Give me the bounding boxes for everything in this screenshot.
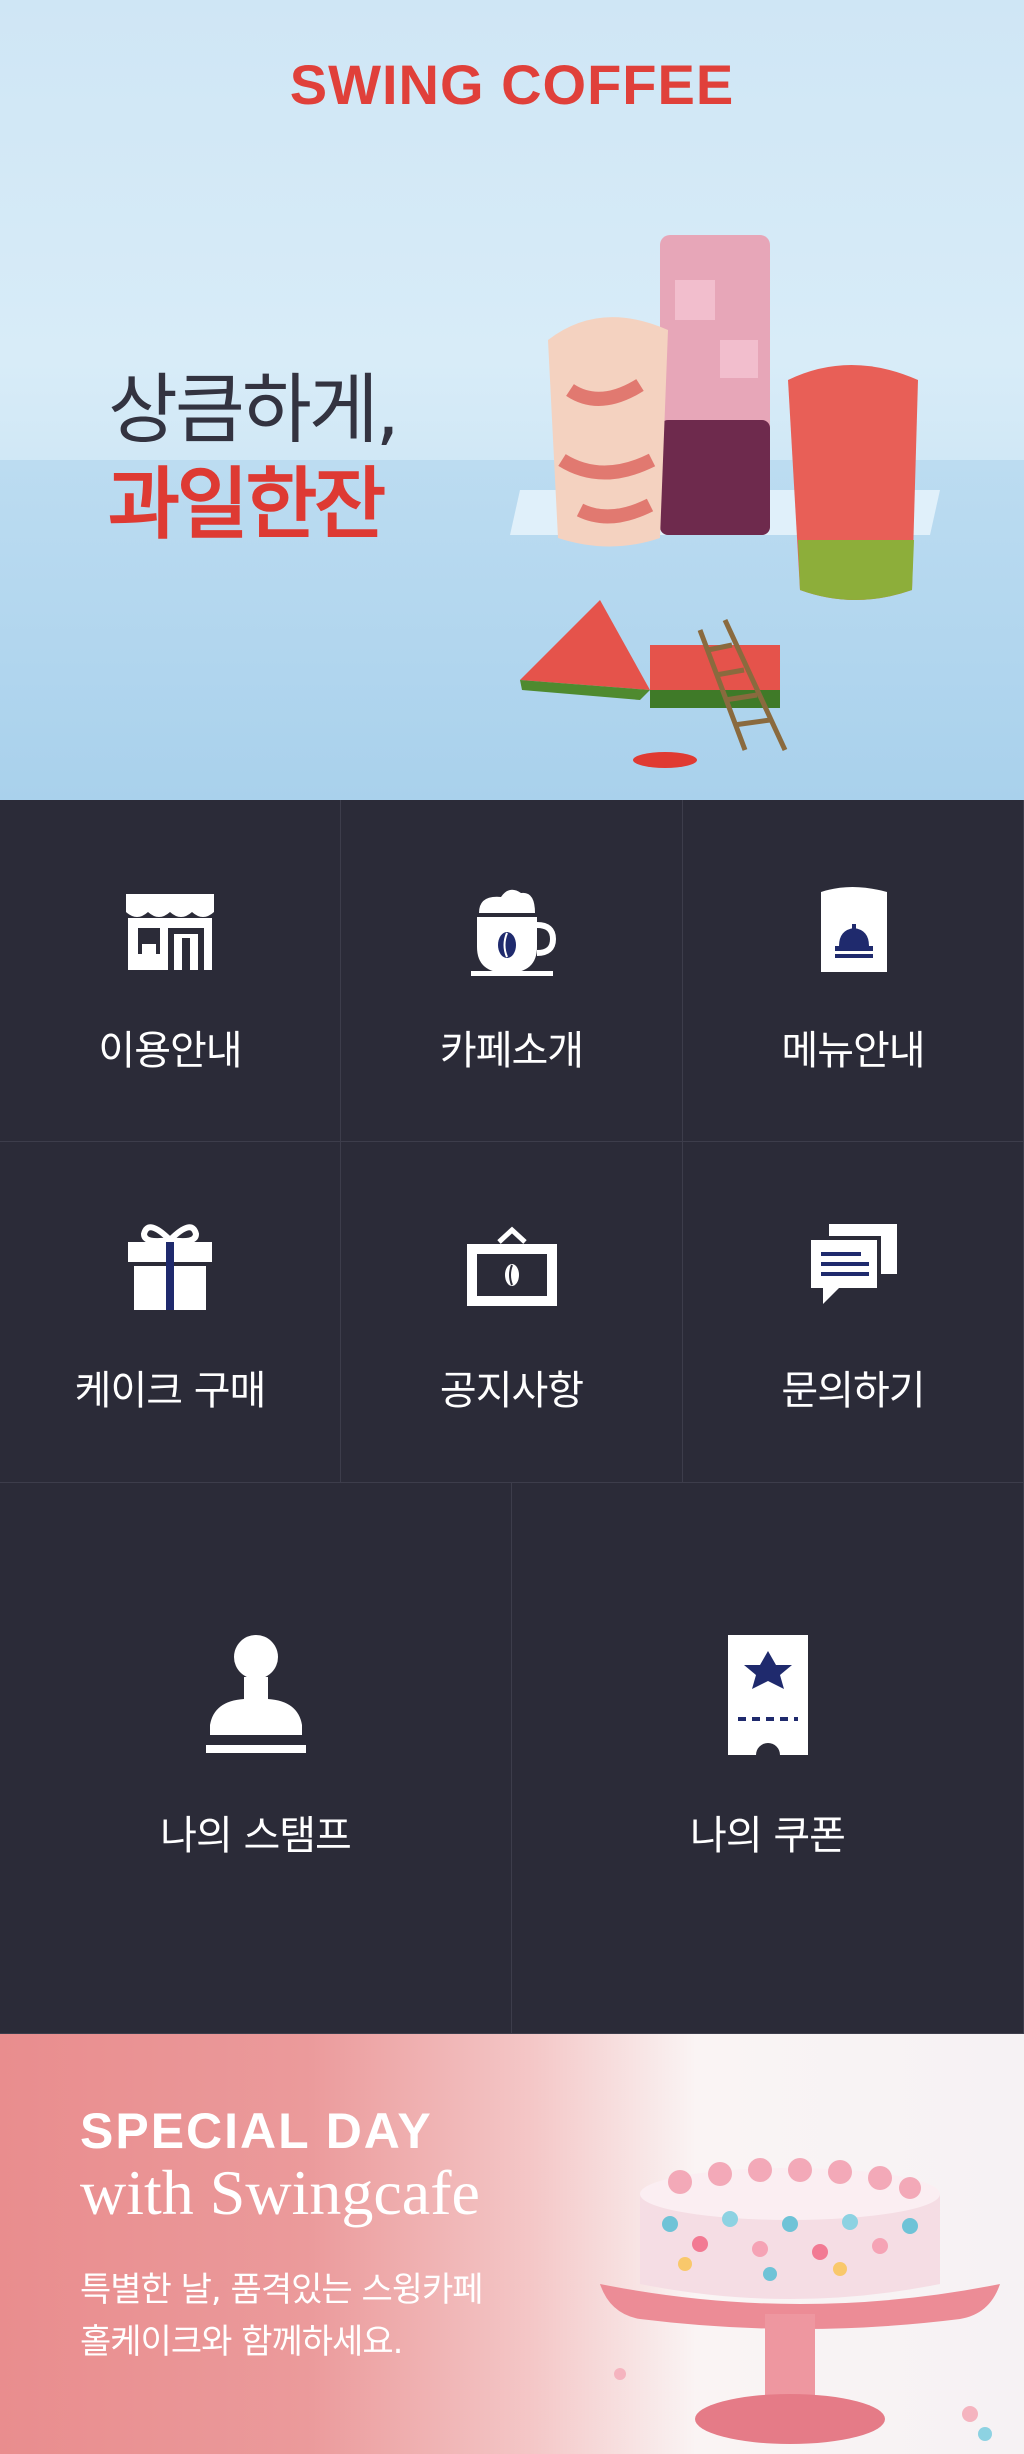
gift-icon [128,1224,212,1310]
hero-headline-2: 과일한잔 [108,460,386,550]
cake-image [600,2158,1000,2444]
special-day-banner[interactable]: SPECIAL DAY with Swingcafe 특별한 날, 품격있는 스… [0,2034,1024,2454]
menu-item-cake-purchase[interactable]: 케이크 구매 [0,1142,341,1483]
chat-bubbles-icon [807,1224,897,1304]
banner-line-2: 홀케이크와 함께하세요. [80,2322,403,2362]
menu-item-my-coupon[interactable]: 나의 쿠폰 [512,1483,1024,2034]
menu-item-label: 메뉴안내 [781,1028,925,1074]
banner-description: 특별한 날, 품격있는 스윙카페 홀케이크와 함께하세요. [80,2264,540,2368]
banner-subtitle: with Swingcafe [80,2157,480,2228]
coupon-icon [728,1635,808,1755]
menu-item-label: 나의 스탬프 [160,1813,352,1859]
banner-line-1: 특별한 날, 품격있는 스윙카페 [80,2270,484,2310]
menu-grid: 이용안내 카페소개 메뉴안내 케이크 구매 공지사항 문의하기 나의 스탬프 나… [0,800,1024,2034]
menu-item-my-stamp[interactable]: 나의 스탬프 [0,1483,512,2034]
menu-item-label: 문의하기 [781,1368,925,1414]
hero-banner[interactable]: SWING COFFEE 상큼하게, 과일한잔 [0,0,1024,800]
menu-item-cafe-intro[interactable]: 카페소개 [341,800,683,1142]
hero-drinks-image [510,235,940,768]
menu-item-label: 카페소개 [439,1028,584,1074]
menu-item-label: 나의 쿠폰 [690,1813,846,1859]
menu-item-inquiry[interactable]: 문의하기 [683,1142,1024,1483]
menu-item-label: 공지사항 [439,1368,584,1414]
menu-item-label: 이용안내 [98,1028,242,1074]
menu-book-icon [821,887,887,972]
notice-board-icon [467,1226,557,1306]
menu-item-notice[interactable]: 공지사항 [341,1142,683,1483]
menu-item-label: 케이크 구매 [74,1368,267,1414]
stamp-icon [206,1635,306,1753]
menu-item-menu[interactable]: 메뉴안내 [683,800,1024,1142]
menu-item-guide[interactable]: 이용안내 [0,800,341,1142]
store-icon [126,894,214,970]
banner-title: SPECIAL DAY [80,2103,433,2159]
coffee-cup-icon [471,889,557,976]
brand-logo: SWING COFFEE [289,53,735,116]
